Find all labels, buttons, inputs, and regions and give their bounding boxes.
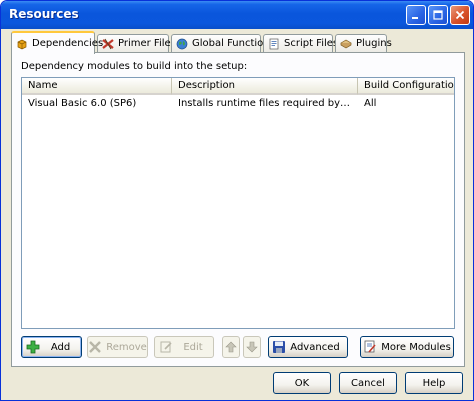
maximize-icon bbox=[433, 10, 443, 20]
tab-label: Script Files bbox=[284, 38, 339, 49]
edit-button[interactable]: Edit bbox=[154, 336, 214, 358]
tab-label: Dependencies bbox=[32, 38, 104, 49]
tab-global-functions[interactable]: Global Functions bbox=[171, 34, 275, 52]
add-button[interactable]: Add bbox=[21, 336, 82, 358]
remove-icon bbox=[89, 341, 102, 353]
edit-label: Edit bbox=[183, 341, 203, 353]
tab-label: Primer Files bbox=[118, 38, 176, 49]
close-icon bbox=[455, 10, 465, 20]
globe-icon bbox=[176, 38, 188, 49]
edit-icon bbox=[160, 341, 172, 353]
tab-script-files[interactable]: Script Files bbox=[263, 34, 338, 52]
cancel-label: Cancel bbox=[351, 377, 385, 389]
help-button[interactable]: Help bbox=[405, 372, 463, 394]
script-files-icon bbox=[269, 38, 279, 49]
ok-label: OK bbox=[294, 377, 310, 389]
advanced-label: Advanced bbox=[290, 341, 340, 353]
title-bar[interactable]: Resources bbox=[1, 1, 473, 29]
add-label: Add bbox=[50, 341, 71, 353]
tab-dependencies[interactable]: Dependencies bbox=[11, 31, 103, 54]
column-header-description[interactable]: Description bbox=[172, 78, 358, 95]
ok-button[interactable]: OK bbox=[273, 372, 331, 394]
list-header: Name Description Build Configurations bbox=[22, 78, 454, 95]
cell-build: All bbox=[364, 98, 377, 109]
floppy-disk-icon bbox=[273, 341, 286, 353]
cell-description: Installs runtime files required by Visua… bbox=[178, 98, 358, 109]
help-label: Help bbox=[422, 377, 446, 389]
cancel-button[interactable]: Cancel bbox=[339, 372, 397, 394]
table-row[interactable]: Visual Basic 6.0 (SP6) Installs runtime … bbox=[22, 97, 454, 112]
primer-files-icon bbox=[102, 38, 114, 49]
column-header-build[interactable]: Build Configurations bbox=[358, 78, 454, 95]
minimize-icon bbox=[412, 17, 418, 19]
close-button[interactable] bbox=[450, 5, 470, 25]
dependencies-icon bbox=[17, 39, 27, 49]
move-up-button[interactable] bbox=[222, 336, 240, 358]
maximize-button[interactable] bbox=[428, 5, 448, 25]
tab-label: Plugins bbox=[356, 38, 392, 49]
more-modules-icon bbox=[364, 340, 376, 353]
tab-primer-files[interactable]: Primer Files bbox=[97, 34, 176, 52]
advanced-button[interactable]: Advanced bbox=[268, 336, 348, 358]
resources-dialog: Resources Dependencies Primer Files Glob… bbox=[0, 0, 474, 401]
minimize-button[interactable] bbox=[406, 5, 426, 25]
cell-name: Visual Basic 6.0 (SP6) bbox=[28, 98, 137, 109]
arrow-down-icon bbox=[246, 341, 258, 353]
remove-button[interactable]: Remove bbox=[87, 336, 148, 358]
panel-hint: Dependency modules to build into the set… bbox=[21, 61, 248, 72]
plugins-icon bbox=[340, 39, 352, 48]
more-modules-button[interactable]: More Modules bbox=[360, 336, 454, 358]
arrow-up-icon bbox=[225, 341, 237, 353]
move-down-button[interactable] bbox=[243, 336, 261, 358]
dependency-list[interactable]: Name Description Build Configurations Vi… bbox=[21, 77, 455, 329]
remove-label: Remove bbox=[106, 341, 147, 353]
window-title: Resources bbox=[9, 7, 79, 21]
column-header-name[interactable]: Name bbox=[22, 78, 172, 95]
dependencies-panel: Dependency modules to build into the set… bbox=[11, 52, 465, 367]
more-modules-label: More Modules bbox=[381, 341, 451, 353]
add-icon bbox=[26, 340, 40, 354]
tab-plugins[interactable]: Plugins bbox=[335, 34, 392, 52]
